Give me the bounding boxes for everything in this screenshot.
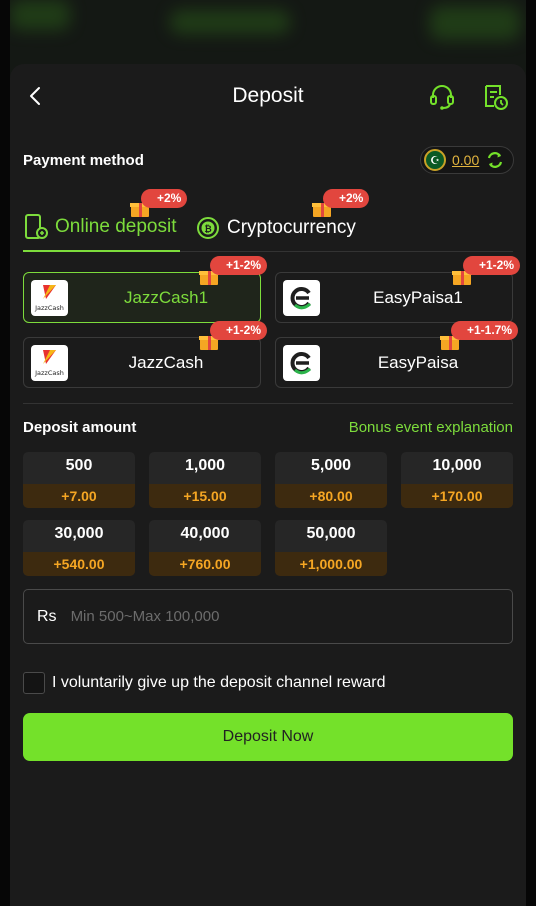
support-button[interactable] xyxy=(427,82,457,112)
amount-bonus: +760.00 xyxy=(149,552,261,576)
amount-option[interactable]: 1,000 +15.00 xyxy=(149,452,261,508)
payment-methods-grid: JazzCash JazzCash1 EasyPaisa1 JazzCash J… xyxy=(23,256,521,390)
amount-option[interactable]: 40,000 +760.00 xyxy=(149,520,261,576)
tab-online-deposit[interactable]: Online deposit xyxy=(23,204,180,252)
tab-crypto-badge: +2% xyxy=(323,189,370,208)
method-badge: +1-1.7% xyxy=(451,321,519,340)
amount-bonus: +7.00 xyxy=(23,484,135,508)
method-badge: +1-2% xyxy=(210,256,268,275)
svg-text:JazzCash: JazzCash xyxy=(34,304,64,312)
easypaisa-logo xyxy=(283,280,320,316)
amount-value: 5,000 xyxy=(310,457,352,474)
headset-icon xyxy=(430,85,454,110)
amount-bonus: +170.00 xyxy=(401,484,513,508)
refresh-icon[interactable] xyxy=(485,150,505,170)
method-jazzcash[interactable]: JazzCash JazzCash xyxy=(23,337,261,388)
tab-online-deposit-label: Online deposit xyxy=(55,216,177,237)
method-badge: +1-2% xyxy=(463,256,521,275)
easypaisa-logo xyxy=(283,345,320,381)
amount-option[interactable]: 50,000 +1,000.00 xyxy=(275,520,387,576)
method-easypaisa1[interactable]: EasyPaisa1 xyxy=(275,272,513,323)
section-divider xyxy=(23,403,513,404)
amount-value: 50,000 xyxy=(306,525,356,542)
currency-prefix: Rs xyxy=(37,607,57,625)
bitcoin-icon: ₿ xyxy=(197,217,219,239)
amount-value: 1,000 xyxy=(184,457,226,474)
header: Deposit xyxy=(10,64,526,130)
amount-value: 500 xyxy=(65,457,93,474)
amount-value: 40,000 xyxy=(180,525,230,542)
amount-option[interactable]: 30,000 +540.00 xyxy=(23,520,135,576)
amount-bonus: +80.00 xyxy=(275,484,387,508)
amount-value: 30,000 xyxy=(54,525,104,542)
phone-deposit-icon xyxy=(25,214,48,239)
document-clock-icon xyxy=(485,85,508,110)
frame-left xyxy=(0,0,10,906)
method-name: EasyPaisa1 xyxy=(373,288,463,307)
deposit-now-button[interactable]: Deposit Now xyxy=(23,713,513,761)
balance-value: 0.00 xyxy=(452,152,480,168)
deposit-sheet: Deposit Payment method ☪ 0.00 Online dep… xyxy=(10,64,526,906)
amount-option[interactable]: 500 +7.00 xyxy=(23,452,135,508)
amount-option[interactable]: 5,000 +80.00 xyxy=(275,452,387,508)
frame-right xyxy=(526,0,536,906)
amount-bonus: +15.00 xyxy=(149,484,261,508)
method-name: JazzCash xyxy=(128,353,204,372)
balance-pill: ☪ 0.00 xyxy=(420,146,514,174)
method-name: JazzCash1 xyxy=(123,288,209,307)
amount-bonus: +1,000.00 xyxy=(275,552,387,576)
amount-options: 500 +7.00 1,000 +15.00 5,000 +80.00 10,0… xyxy=(23,452,513,576)
deposit-tabs: Online deposit ₿ Cryptocurrency +2% +2% xyxy=(23,189,513,252)
payment-method-label: Payment method xyxy=(23,152,144,169)
bonus-explanation-link[interactable]: Bonus event explanation xyxy=(349,419,513,436)
waiver-row: I voluntarily give up the deposit channe… xyxy=(23,671,386,695)
history-button[interactable] xyxy=(480,82,510,112)
svg-text:JazzCash: JazzCash xyxy=(34,369,64,377)
svg-text:₿: ₿ xyxy=(204,224,211,235)
amount-value: 10,000 xyxy=(432,457,482,474)
deposit-amount-label: Deposit amount xyxy=(23,419,137,436)
tab-online-badge: +2% xyxy=(141,189,188,208)
waiver-checkbox[interactable] xyxy=(23,672,45,694)
amount-input-wrapper: Rs xyxy=(23,589,513,644)
amount-bonus: +540.00 xyxy=(23,552,135,576)
method-easypaisa[interactable]: EasyPaisa xyxy=(275,337,513,388)
amount-option[interactable]: 10,000 +170.00 xyxy=(401,452,513,508)
waiver-label: I voluntarily give up the deposit channe… xyxy=(52,674,386,691)
method-jazzcash1[interactable]: JazzCash JazzCash1 xyxy=(23,272,261,323)
pakistan-flag-icon: ☪ xyxy=(424,149,446,171)
jazzcash-logo: JazzCash xyxy=(31,280,68,316)
method-badge: +1-2% xyxy=(210,321,268,340)
jazzcash-logo: JazzCash xyxy=(31,345,68,381)
tab-cryptocurrency-label: Cryptocurrency xyxy=(227,217,356,238)
amount-input[interactable] xyxy=(70,608,451,625)
method-name: EasyPaisa xyxy=(377,353,459,372)
